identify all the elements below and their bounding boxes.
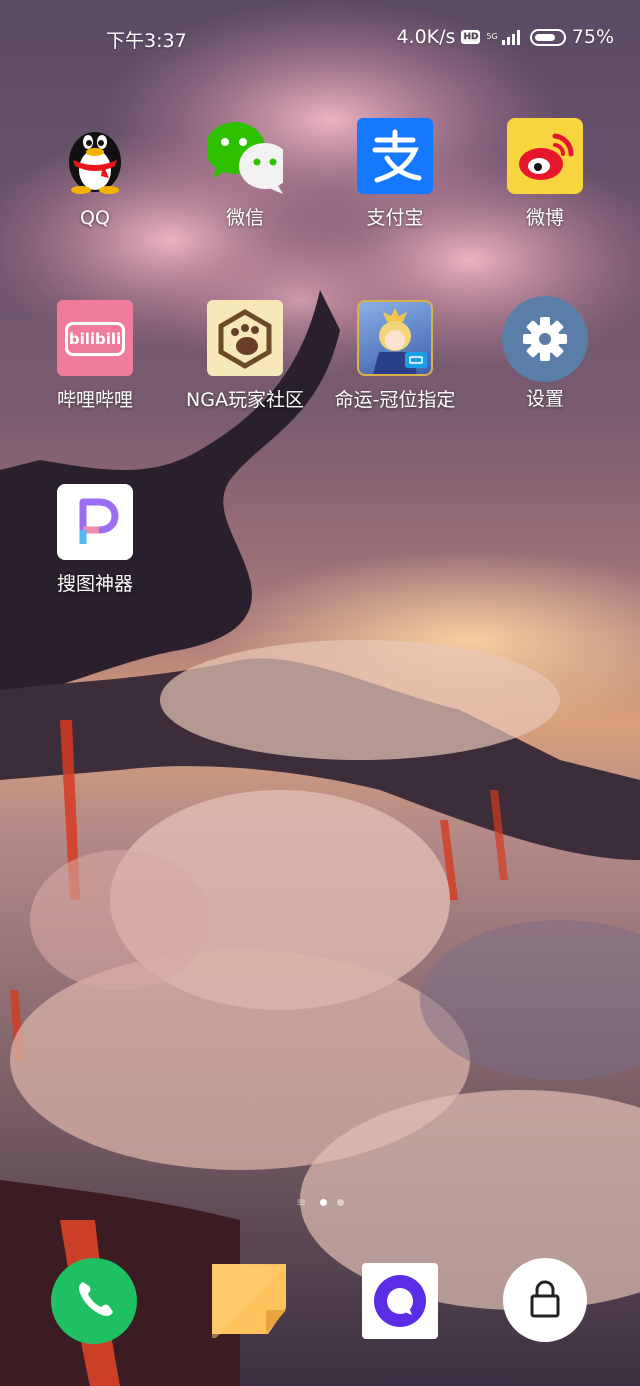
bilibili-icon: bilibili [57,300,133,376]
notes-icon [212,1264,286,1338]
app-weibo[interactable]: 微博 [470,118,620,229]
app-label: 微博 [525,207,564,229]
dock-notes[interactable] [206,1258,292,1344]
menu-lines-icon: ≡ [295,1195,307,1209]
app-wechat[interactable]: 微信 [170,118,320,229]
battery-icon [529,28,566,46]
wechat-icon [207,118,283,194]
dock-messages[interactable] [357,1258,443,1344]
net-speed: 4.0K/s [396,26,456,48]
lock-icon [503,1258,587,1342]
app-label: NGA玩家社区 [186,389,304,411]
bilibili-wordmark: bilibili [68,330,122,348]
app-bilibili[interactable]: bilibili 哔哩哔哩 [20,300,170,411]
signal-icon [501,30,520,45]
app-fate-grand-order[interactable]: 命运-冠位指定 [320,300,470,411]
dock-phone[interactable] [51,1258,137,1344]
messages-icon [362,1263,438,1339]
page-indicator[interactable]: ≡ [0,1196,640,1208]
app-soutu[interactable]: 搜图神器 [20,484,170,595]
app-label: 支付宝 [366,207,424,229]
phone-icon [51,1258,137,1344]
status-bar: 下午3:37 4.0K/s HD 5G 75% [0,0,640,74]
status-time: 下午3:37 [106,30,187,52]
page-dot [337,1198,345,1206]
app-settings[interactable]: 设置 [470,296,620,410]
fate-grand-order-icon [357,300,433,376]
app-label: 命运-冠位指定 [334,389,456,411]
soutu-icon [57,484,133,560]
app-label: 微信 [225,207,264,229]
app-label: QQ [80,207,110,229]
dock-lock-screen[interactable] [503,1258,589,1344]
network-type-label: 5G [486,32,498,41]
network-type: 5G [486,33,497,41]
qq-penguin-icon [57,118,133,194]
battery-percent: 75% [571,26,614,48]
app-label: 搜图神器 [56,573,133,595]
app-qq[interactable]: QQ [20,118,170,229]
page-dot-active [320,1198,328,1206]
status-right-group: 4.0K/s HD 5G 75% [396,26,614,48]
nga-icon [207,300,283,376]
app-nga[interactable]: NGA玩家社区 [170,300,320,411]
weibo-icon [507,118,583,194]
app-label: 设置 [525,388,564,410]
hd-icon: HD [461,30,481,44]
settings-gear-icon [502,296,588,382]
app-label: 哔哩哔哩 [56,389,133,411]
app-alipay[interactable]: 支付宝 [320,118,470,229]
alipay-icon [357,118,433,194]
